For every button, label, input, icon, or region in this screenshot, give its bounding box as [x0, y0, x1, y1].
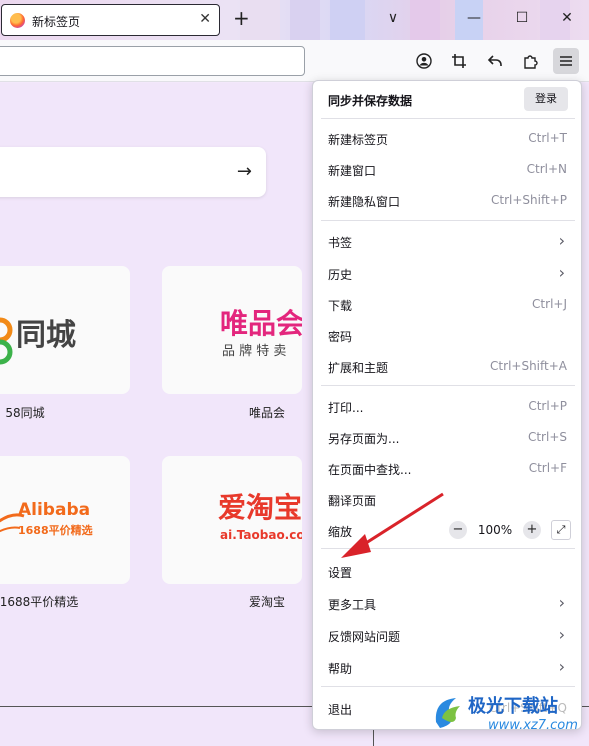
maximize-button[interactable]: ☐ — [512, 10, 532, 26]
alibaba-logo-text: Alibaba — [18, 500, 91, 520]
chevron-right-icon: › — [558, 625, 565, 644]
zoom-in-button[interactable]: + — [523, 521, 541, 539]
menu-item-label: 密码 — [328, 330, 353, 344]
menu-item-label: 更多工具 — [328, 598, 377, 612]
tile-label: 58同城 — [5, 406, 45, 420]
menu-item-label: 新建窗口 — [328, 164, 377, 178]
search-box[interactable]: → — [0, 147, 266, 197]
menu-separator — [321, 220, 575, 221]
menu-item-label: 新建隐私窗口 — [328, 195, 401, 209]
menu-item-label: 退出 — [328, 703, 353, 717]
chevron-right-icon: › — [558, 593, 565, 612]
extensions-icon[interactable] — [518, 48, 544, 74]
watermark-url: www.xz7.com — [488, 718, 578, 733]
menu-item-label: 打印... — [328, 401, 364, 415]
menu-item-label: 下载 — [328, 299, 353, 313]
tile-label: 1688平价精选 — [0, 595, 79, 609]
new-tab-button[interactable]: + — [233, 8, 250, 28]
menu-item-downloads[interactable]: 下载 Ctrl+J — [313, 290, 583, 318]
chevron-right-icon: › — [558, 231, 565, 250]
sync-title: 同步并保存数据 — [328, 94, 413, 108]
list-all-tabs-button[interactable]: ∨ — [383, 10, 403, 26]
alibaba-swoosh-icon — [0, 513, 25, 533]
menu-item-label: 反馈网站问题 — [328, 630, 401, 644]
menu-item-shortcut: Ctrl+S — [527, 430, 567, 444]
menu-item-label: 书签 — [328, 236, 353, 250]
menu-item-new-tab[interactable]: 新建标签页 Ctrl+T — [313, 124, 583, 152]
shortcut-tile-alibaba[interactable]: Alibaba 1688平价精选 — [0, 456, 130, 584]
menu-item-history[interactable]: 历史 › — [313, 259, 583, 287]
menu-item-shortcut: Ctrl+P — [528, 399, 567, 413]
menu-item-label: 另存页面为... — [328, 432, 400, 446]
menu-item-more-tools[interactable]: 更多工具 › — [313, 589, 583, 617]
tab-bar: 新标签页 ✕ + ∨ — ☐ ✕ — [0, 0, 589, 40]
58-logo-text: 同城 — [16, 318, 76, 353]
zoom-out-button[interactable]: − — [449, 521, 467, 539]
aitaobao-logo-sub: ai.Taobao.com — [220, 528, 302, 542]
menu-item-report-site-issue[interactable]: 反馈网站问题 › — [313, 621, 583, 649]
menu-item-shortcut: Ctrl+Shift+P — [491, 193, 567, 207]
chevron-right-icon: › — [558, 657, 565, 676]
menu-item-new-private-window[interactable]: 新建隐私窗口 Ctrl+Shift+P — [313, 186, 583, 214]
menu-separator — [321, 385, 575, 386]
sync-header: 同步并保存数据 登录 — [313, 81, 583, 118]
shortcut-tile-aitaobao[interactable]: 爱淘宝 ai.Taobao.com — [162, 456, 302, 584]
menu-item-label: 在页面中查找... — [328, 463, 412, 477]
menu-hamburger-icon[interactable] — [553, 48, 579, 74]
close-window-button[interactable]: ✕ — [557, 10, 577, 26]
menu-item-label: 扩展和主题 — [328, 361, 389, 375]
menu-item-new-window[interactable]: 新建窗口 Ctrl+N — [313, 155, 583, 183]
menu-item-bookmarks[interactable]: 书签 › — [313, 227, 583, 255]
menu-separator — [321, 686, 575, 687]
menu-item-label: 设置 — [328, 566, 353, 580]
close-tab-icon[interactable]: ✕ — [199, 11, 211, 27]
menu-item-settings[interactable]: 设置 — [313, 557, 583, 585]
menu-item-label: 新建标签页 — [328, 133, 389, 147]
menu-item-save-page-as[interactable]: 另存页面为... Ctrl+S — [313, 423, 583, 451]
signin-button[interactable]: 登录 — [524, 87, 568, 111]
menu-item-find-in-page[interactable]: 在页面中查找... Ctrl+F — [313, 454, 583, 482]
menu-item-print[interactable]: 打印... Ctrl+P — [313, 392, 583, 420]
watermark-swirl-icon — [435, 698, 460, 728]
app-menu-panel: 同步并保存数据 登录 新建标签页 Ctrl+T 新建窗口 Ctrl+N 新建隐私… — [312, 80, 582, 730]
account-icon[interactable] — [411, 48, 437, 74]
red-arrow-annotation — [341, 492, 444, 558]
menu-item-shortcut: Ctrl+Shift+A — [490, 359, 567, 373]
screenshot-icon[interactable] — [446, 48, 472, 74]
firefox-icon — [10, 13, 25, 28]
zoom-controls: − 100% + ⤢ — [449, 520, 571, 540]
shortcut-tile-58[interactable]: 同城 — [0, 266, 130, 394]
zoom-reset-button[interactable]: 100% — [477, 523, 513, 537]
arrow-right-icon[interactable]: → — [237, 161, 252, 182]
menu-item-shortcut: Ctrl+J — [532, 297, 567, 311]
vip-logo-sub: 品 牌 特 卖 — [222, 344, 287, 359]
minimize-button[interactable]: — — [464, 10, 484, 26]
menu-item-shortcut: Ctrl+T — [528, 131, 567, 145]
alibaba-logo-sub: 1688平价精选 — [18, 524, 93, 537]
address-bar[interactable] — [0, 46, 305, 76]
watermark-logo: 极光下载站 www.xz7.com — [428, 688, 588, 744]
fullscreen-icon[interactable]: ⤢ — [551, 520, 571, 540]
watermark-title: 极光下载站 — [468, 696, 558, 717]
menu-item-passwords[interactable]: 密码 — [313, 321, 583, 349]
menu-separator — [321, 118, 575, 119]
menu-item-label: 帮助 — [328, 662, 353, 676]
menu-item-addons-themes[interactable]: 扩展和主题 Ctrl+Shift+A — [313, 352, 583, 380]
menu-item-shortcut: Ctrl+N — [526, 162, 567, 176]
tab-title: 新标签页 — [32, 15, 81, 29]
vip-logo-text: 唯品会 — [220, 307, 302, 340]
shortcut-tile-vip[interactable]: 唯品会 品 牌 特 卖 — [162, 266, 302, 394]
aitaobao-logo-text: 爱淘宝 — [218, 491, 302, 524]
navigation-toolbar — [0, 40, 589, 82]
back-arrow-icon[interactable] — [482, 48, 508, 74]
menu-item-label: 历史 — [328, 268, 353, 282]
tab-new-tab[interactable]: 新标签页 ✕ — [1, 4, 220, 36]
menu-item-help[interactable]: 帮助 › — [313, 653, 583, 681]
menu-item-shortcut: Ctrl+F — [528, 461, 567, 475]
chevron-right-icon: › — [558, 263, 565, 282]
